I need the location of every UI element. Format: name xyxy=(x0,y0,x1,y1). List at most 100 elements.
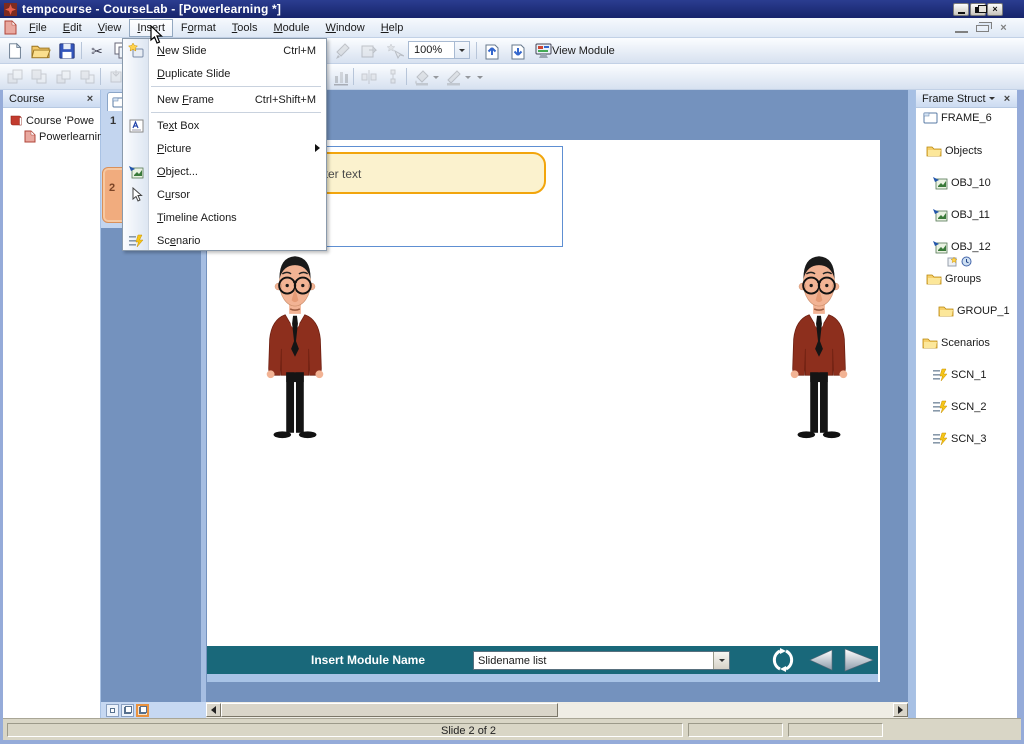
slides-icon xyxy=(123,706,132,714)
open-button[interactable] xyxy=(30,40,52,62)
panel-splitter[interactable] xyxy=(908,90,915,718)
status-panel xyxy=(7,723,683,737)
menu-help[interactable]: Help xyxy=(373,19,412,37)
mdi-minimize-icon xyxy=(955,31,968,33)
action-wizard-button[interactable] xyxy=(384,40,406,62)
fill-bucket-icon xyxy=(415,70,429,86)
tree-item-course[interactable]: Course 'Powe xyxy=(10,114,94,127)
mdi-close-button[interactable]: × xyxy=(997,22,1010,36)
menu-item-scenario[interactable]: Scenario xyxy=(123,229,326,252)
menu-view[interactable]: View xyxy=(90,19,130,37)
chevron-down-icon xyxy=(465,75,471,79)
slide-count-status: Slide 2 of 2 xyxy=(441,725,497,737)
bring-forward-button[interactable] xyxy=(52,66,74,88)
export-button[interactable] xyxy=(507,40,529,62)
tree-item-groups[interactable]: Groups xyxy=(926,272,981,285)
refresh-button[interactable] xyxy=(770,647,796,673)
horizontal-scrollbar[interactable] xyxy=(206,702,908,718)
send-to-back-button[interactable] xyxy=(28,66,50,88)
menu-module[interactable]: Module xyxy=(265,19,317,37)
slide-footer-strip xyxy=(207,674,878,682)
tree-item-scn3[interactable]: SCN_3 xyxy=(932,432,986,445)
scenario-icon xyxy=(129,234,144,247)
tree-item-obj11[interactable]: OBJ_11 xyxy=(932,208,990,222)
menu-window[interactable]: Window xyxy=(318,19,373,37)
minimize-button[interactable] xyxy=(953,3,969,16)
import-button[interactable] xyxy=(481,40,503,62)
menu-item-text-box[interactable]: Text Box xyxy=(123,114,326,137)
menu-file[interactable]: File xyxy=(21,19,55,37)
previous-slide-button[interactable] xyxy=(806,649,834,671)
panel-menu-chevron-icon[interactable] xyxy=(989,97,995,100)
status-bar: Slide 2 of 2 xyxy=(3,718,1021,740)
tree-item-objects[interactable]: Objects xyxy=(926,144,982,157)
agent-character-right[interactable] xyxy=(780,243,858,449)
menu-item-object[interactable]: Object... xyxy=(123,160,326,183)
course-panel-header: Course × xyxy=(3,90,100,108)
bring-to-front-button[interactable] xyxy=(4,66,26,88)
scroll-left-button[interactable] xyxy=(206,703,221,717)
page-star-icon xyxy=(947,256,958,267)
tree-item-frame6[interactable]: FRAME_6 xyxy=(923,112,992,124)
scroll-right-button[interactable] xyxy=(893,703,908,717)
tree-item-scenarios[interactable]: Scenarios xyxy=(922,336,990,349)
slidename-dropdown[interactable]: Slidename list xyxy=(473,651,730,670)
close-button[interactable]: × xyxy=(987,3,1003,16)
folder-icon xyxy=(922,338,938,349)
bring-front-icon xyxy=(7,69,23,84)
tree-item-obj12[interactable]: OBJ_12 xyxy=(932,240,991,254)
sorter-view-button[interactable] xyxy=(121,703,134,717)
zoom-combobox[interactable]: 100% xyxy=(408,41,470,59)
current-view-button-selected[interactable] xyxy=(136,703,149,717)
mdi-window-controls: × xyxy=(955,22,1010,36)
fill-color-button[interactable] xyxy=(411,66,441,88)
mdi-restore-button[interactable] xyxy=(976,22,989,36)
tree-item-scn1[interactable]: SCN_1 xyxy=(932,368,986,381)
apply-template-button[interactable] xyxy=(358,40,380,62)
player-bar-title: Insert Module Name xyxy=(311,653,426,667)
menu-tools[interactable]: Tools xyxy=(224,19,266,37)
menu-item-cursor[interactable]: Cursor xyxy=(123,183,326,206)
tree-item-module[interactable]: Powerlearnin xyxy=(24,130,103,143)
menu-format[interactable]: Format xyxy=(173,19,224,37)
frame-panel-title: Frame Struct xyxy=(922,92,986,105)
restore-button[interactable] xyxy=(970,3,987,16)
zoom-dropdown-button[interactable] xyxy=(454,42,469,58)
format-painter-button[interactable] xyxy=(332,40,354,62)
send-backward-button[interactable] xyxy=(76,66,98,88)
next-slide-button[interactable] xyxy=(843,648,875,672)
frame-panel-close-button[interactable]: × xyxy=(1001,93,1013,105)
single-slide-icon xyxy=(110,707,115,713)
menu-item-picture[interactable]: Picture xyxy=(123,137,326,160)
menu-item-duplicate-slide[interactable]: Duplicate Slide xyxy=(123,62,326,85)
triangle-right-icon xyxy=(898,706,903,714)
tree-item-scn2[interactable]: SCN_2 xyxy=(932,400,986,413)
slidename-dropdown-button[interactable] xyxy=(713,652,729,669)
mdi-minimize-button[interactable] xyxy=(955,22,968,36)
folder-icon xyxy=(926,146,942,157)
distribute-button[interactable] xyxy=(382,66,404,88)
menu-item-timeline-actions[interactable]: Timeline Actions xyxy=(123,206,326,229)
course-book-icon xyxy=(10,115,22,126)
window-border xyxy=(1017,90,1024,718)
agent-character-left[interactable] xyxy=(256,243,334,449)
course-panel-close-button[interactable]: × xyxy=(84,93,96,105)
cut-button[interactable]: ✂ xyxy=(86,40,108,62)
view-module-label[interactable]: View Module xyxy=(552,45,615,57)
format-painter-icon xyxy=(336,43,350,59)
course-panel-title: Course xyxy=(9,92,45,105)
scrollbar-thumb[interactable] xyxy=(221,703,558,717)
menu-item-new-frame[interactable]: New Frame Ctrl+Shift+M xyxy=(123,88,326,111)
toolbar-overflow-button[interactable] xyxy=(474,66,486,88)
align-center-button[interactable] xyxy=(358,66,380,88)
scenario-icon xyxy=(933,400,948,413)
chart-button[interactable] xyxy=(330,66,352,88)
menu-edit[interactable]: Edit xyxy=(55,19,90,37)
line-color-button[interactable] xyxy=(443,66,473,88)
new-document-button[interactable] xyxy=(4,40,26,62)
view-mode-buttons xyxy=(101,702,206,718)
save-button[interactable] xyxy=(56,40,78,62)
tree-item-obj10[interactable]: OBJ_10 xyxy=(932,176,991,190)
normal-view-button[interactable] xyxy=(106,703,119,717)
tree-item-group1[interactable]: GROUP_1 xyxy=(938,304,1010,317)
